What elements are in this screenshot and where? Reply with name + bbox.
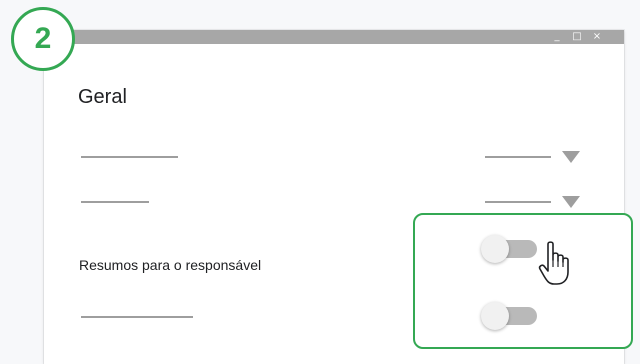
guardian-summaries-label: Resumos para o responsável: [79, 257, 262, 273]
hand-pointer-icon: [538, 241, 569, 285]
maximize-button[interactable]: □: [570, 30, 584, 44]
dropdown-value-placeholder: [485, 156, 551, 158]
dropdown-value-placeholder: [485, 201, 551, 203]
toggle-thumb: [481, 302, 509, 330]
toggle-highlight-callout: [413, 213, 633, 349]
setting-label-placeholder: [81, 156, 178, 158]
section-heading: Geral: [78, 86, 127, 108]
window-titlebar: _ □ ×: [44, 30, 624, 44]
guardian-summaries-toggle[interactable]: [481, 235, 539, 263]
setting-label-placeholder: [81, 201, 149, 203]
step-number-badge: 2: [11, 7, 75, 71]
dropdown-arrow-icon: [562, 196, 580, 208]
secondary-toggle[interactable]: [481, 302, 539, 330]
toggle-thumb: [481, 235, 509, 263]
close-button[interactable]: ×: [590, 30, 604, 44]
minimize-button[interactable]: _: [550, 30, 564, 44]
setting-label-placeholder: [81, 316, 193, 318]
dropdown-arrow-icon: [562, 151, 580, 163]
